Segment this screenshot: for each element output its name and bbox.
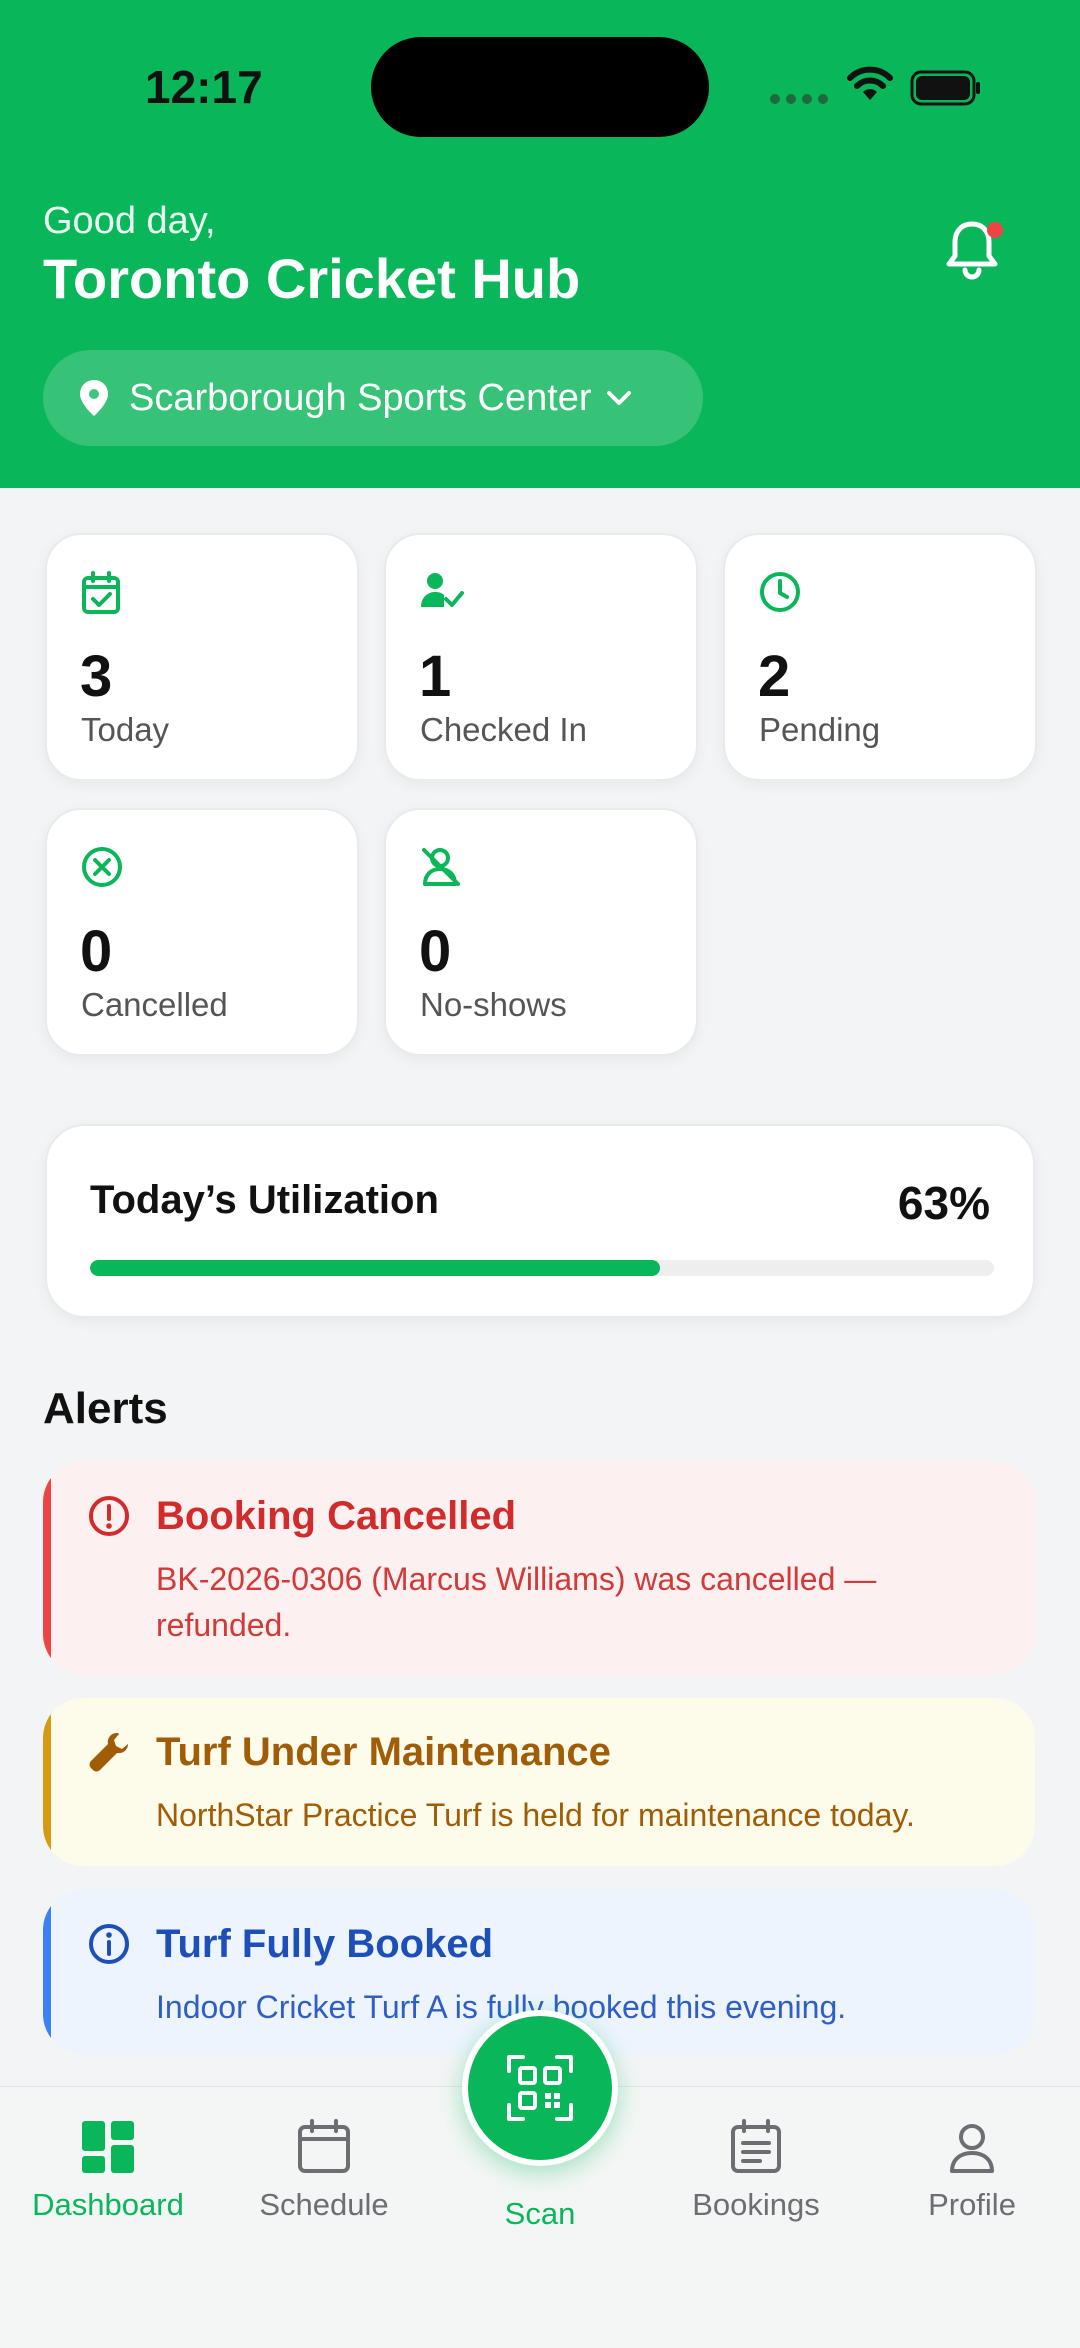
location-selector[interactable]: Scarborough Sports Center [43,350,703,446]
dashboard-icon [82,2121,134,2173]
utilization-percent: 63% [897,1177,990,1229]
stat-label: Cancelled [81,986,228,1023]
nav-profile[interactable]: Profile [872,2119,1072,2223]
profile-icon [950,2124,994,2173]
nav-label: Profile [928,2187,1016,2222]
user-off-icon [422,848,460,886]
qr-scan-icon [507,2055,573,2121]
stat-card-cancelled[interactable]: 0 Cancelled [45,808,359,1056]
nav-dashboard[interactable]: Dashboard [8,2119,208,2223]
stat-label: Today [81,711,170,748]
alert-body: BK-2026-0306 (Marcus Williams) was cance… [156,1561,877,1643]
alert-title: Turf Under Maintenance [156,1730,611,1774]
user-check-icon [421,573,464,607]
utilization-progress-bar [90,1260,994,1276]
info-icon [89,1924,129,1964]
alert-accent-bar [43,1890,51,2054]
alerts-heading: Alerts [43,1384,168,1433]
nav-label: Dashboard [32,2187,184,2222]
alert-turf-maintenance[interactable]: Turf Under Maintenance NorthStar Practic… [43,1698,1035,1866]
greeting-text: Good day, [43,200,216,242]
stat-value: 2 [758,644,791,709]
chevron-down-icon [606,391,631,405]
stat-card-checked-in[interactable]: 1 Checked In [384,533,698,781]
stat-value: 3 [80,644,113,709]
nav-label: Schedule [259,2187,389,2222]
alert-circle-icon [89,1496,129,1536]
stat-card-today[interactable]: 3 Today [45,533,359,781]
nav-bookings[interactable]: Bookings [656,2119,856,2223]
notification-badge [987,222,1003,238]
status-time: 12:17 [145,61,263,113]
alert-booking-cancelled[interactable]: Booking Cancelled BK-2026-0306 (Marcus W… [43,1462,1035,1674]
alert-body: NorthStar Practice Turf is held for main… [156,1797,915,1833]
x-circle-icon [82,847,122,887]
alert-title: Booking Cancelled [156,1494,517,1538]
wifi-icon [847,66,893,100]
location-label: Scarborough Sports Center [129,376,592,419]
alert-accent-bar [43,1462,51,1674]
stat-card-pending[interactable]: 2 Pending [723,533,1037,781]
stat-value: 0 [419,919,452,984]
stat-card-no-shows[interactable]: 0 No-shows [384,808,698,1056]
stat-value: 1 [419,644,452,709]
bookings-icon [731,2119,781,2173]
utilization-card: Today’s Utilization 63% [45,1124,1035,1318]
clock-icon [760,572,800,612]
stat-label: No-shows [420,986,567,1023]
nav-label: Bookings [692,2187,820,2222]
utilization-title: Today’s Utilization [90,1178,439,1222]
scan-button[interactable] [462,2010,618,2166]
page-title: Toronto Cricket Hub [43,247,581,310]
dynamic-island [371,37,709,137]
calendar-icon [298,2119,350,2173]
signal-icon [770,94,830,104]
location-pin-icon [80,380,108,416]
stat-label: Pending [759,711,881,748]
scan-label: Scan [504,2196,576,2231]
alert-title: Turf Fully Booked [156,1922,494,1966]
wrench-icon [89,1733,128,1772]
utilization-progress-fill [90,1260,660,1276]
nav-schedule[interactable]: Schedule [224,2119,424,2223]
stat-label: Checked In [420,711,587,748]
alert-accent-bar [43,1698,51,1866]
stat-value: 0 [80,919,113,984]
app-header: 12:17 Good day, Toronto Cricket Hub Scar… [0,0,1080,488]
calendar-check-icon [82,571,120,614]
battery-icon [910,70,980,106]
